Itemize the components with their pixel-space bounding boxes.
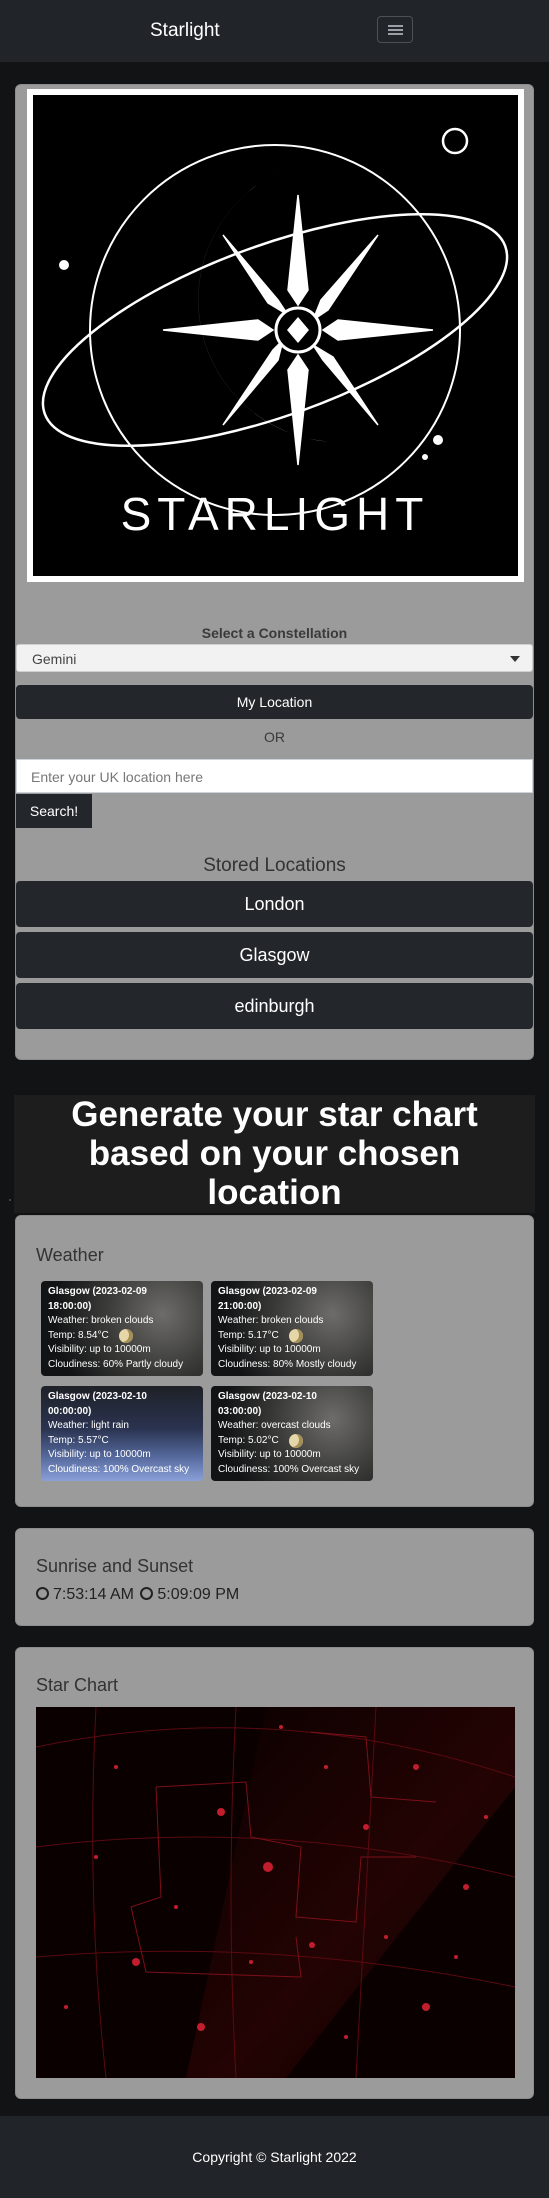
star-chart-image [35, 1706, 516, 2079]
search-button[interactable]: Search! [16, 794, 92, 828]
weather-card-cloudiness: Cloudiness: 100% Overcast sky [48, 1463, 190, 1475]
menu-icon-line [388, 33, 403, 35]
sunrise-time: 7:53:14 AM [53, 1586, 134, 1603]
menu-icon [388, 25, 403, 27]
weather-panel: Weather Glasgow (2023-02-09 18:00:00) We… [15, 1215, 534, 1507]
location-search-placeholder: Enter your UK location here [31, 769, 203, 785]
weather-card-visibility: Visibility: up to 10000m [48, 1344, 151, 1355]
stored-location-edinburgh[interactable]: edinburgh [16, 983, 533, 1029]
weather-card-condition: Weather: light rain [48, 1420, 129, 1431]
star-chart-panel: Star Chart [15, 1647, 534, 2099]
weather-card-condition: Weather: overcast clouds [218, 1420, 331, 1431]
constellation-label: Select a Constellation [201, 625, 348, 641]
moon-icon [140, 1587, 154, 1601]
weather-card-title: 21:00:00) [218, 1300, 262, 1312]
or-label: OR [264, 729, 285, 745]
moon-icon [119, 1329, 133, 1343]
weather-card-cloudiness: Cloudiness: 60% Partly cloudy [48, 1358, 184, 1370]
weather-card: Glasgow (2023-02-09 18:00:00) Weather: b… [41, 1281, 203, 1376]
weather-card-visibility: Visibility: up to 10000m [48, 1449, 151, 1460]
weather-card-title: Glasgow (2023-02-09 [218, 1286, 317, 1297]
star-chart-title: Star Chart [36, 1675, 119, 1695]
chevron-down-icon [510, 656, 520, 662]
heading-line-2: based on your chosen [88, 1134, 461, 1173]
weather-card: Glasgow (2023-02-09 21:00:00) Weather: b… [211, 1281, 373, 1376]
footer: Copyright © Starlight 2022 [0, 2116, 549, 2198]
weather-card-title: 00:00:00) [48, 1405, 92, 1417]
stored-location-glasgow[interactable]: Glasgow [16, 932, 533, 978]
sun-title: Sunrise and Sunset [36, 1556, 194, 1576]
moon-icon [289, 1329, 303, 1343]
brand-link[interactable]: Starlight [150, 20, 220, 42]
logo-wordmark: STARLIGHT [121, 488, 430, 540]
stored-location-london[interactable]: London [16, 881, 533, 927]
navbar: Starlight [0, 0, 549, 62]
weather-card-visibility: Visibility: up to 10000m [218, 1449, 321, 1460]
weather-card-title: 18:00:00) [48, 1300, 92, 1312]
menu-toggle-button[interactable] [377, 16, 413, 43]
heading-line-1: Generate your star chart [71, 1095, 478, 1134]
weather-card-cloudiness: Cloudiness: 100% Overcast sky [218, 1463, 360, 1475]
weather-card-title: Glasgow (2023-02-10 [48, 1391, 147, 1402]
weather-card: Glasgow (2023-02-10 00:00:00) Weather: l… [41, 1386, 203, 1481]
weather-card: Glasgow (2023-02-10 03:00:00) Weather: o… [211, 1386, 373, 1481]
weather-card-visibility: Visibility: up to 10000m [218, 1344, 321, 1355]
starlight-logo-art: STARLIGHT [41, 127, 509, 540]
weather-card-condition: Weather: broken clouds [218, 1315, 324, 1326]
sun-times: 7:53:14 AM 5:09:09 PM [36, 1586, 239, 1604]
menu-icon-line [388, 29, 403, 31]
my-location-button[interactable]: My Location [16, 685, 533, 719]
starlight-logo: STARLIGHT [27, 89, 524, 582]
star-chart-heading: Generate your star chart based on your c… [14, 1095, 535, 1213]
weather-card-temp: Temp: 5.57°C [48, 1434, 109, 1446]
weather-card-title: Glasgow (2023-02-09 [48, 1286, 147, 1297]
weather-card-title: Glasgow (2023-02-10 [218, 1391, 317, 1402]
weather-card-cloudiness: Cloudiness: 80% Mostly cloudy [218, 1358, 357, 1370]
sunset-time: 5:09:09 PM [157, 1586, 240, 1603]
constellation-selected: Gemini [32, 651, 77, 667]
location-search-input[interactable]: Enter your UK location here [16, 759, 533, 793]
heading-line-3: location [207, 1173, 342, 1212]
constellation-select[interactable]: Gemini [16, 644, 533, 672]
weather-card-condition: Weather: broken clouds [48, 1315, 154, 1326]
star-chart-art [35, 1706, 516, 2079]
location-panel: STARLIGHT Select a Constellation Gemini … [15, 84, 534, 1060]
sun-icon [36, 1587, 49, 1601]
weather-card-title: 03:00:00) [218, 1405, 262, 1417]
footer-copyright: Copyright © Starlight 2022 [192, 2149, 357, 2165]
weather-title: Weather [36, 1245, 104, 1265]
moon-icon [289, 1434, 303, 1448]
stored-locations-title: Stored Locations [203, 855, 346, 876]
sun-panel: Sunrise and Sunset 7:53:14 AM 5:09:09 PM [15, 1528, 534, 1626]
